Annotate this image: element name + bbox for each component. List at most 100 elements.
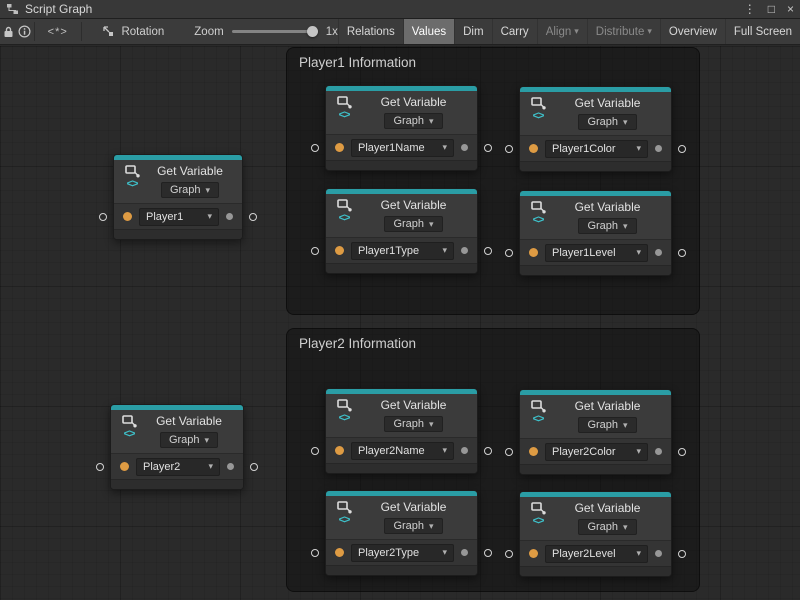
toolbar-button-carry[interactable]: Carry bbox=[492, 19, 537, 44]
maximize-icon[interactable]: □ bbox=[768, 3, 775, 15]
graph-scope-label: Graph bbox=[587, 419, 618, 431]
output-port[interactable] bbox=[226, 213, 233, 220]
get-variable-node[interactable]: <> Get Variable Graph ▾ Player2Color ▾ bbox=[519, 389, 672, 475]
outer-input-connector[interactable] bbox=[311, 549, 319, 557]
variable-node-icon: <> bbox=[120, 164, 144, 198]
output-port[interactable] bbox=[461, 447, 468, 454]
input-port[interactable] bbox=[335, 548, 344, 557]
code-view-toggle[interactable]: <*> bbox=[36, 19, 80, 44]
outer-output-connector[interactable] bbox=[484, 144, 492, 152]
output-port[interactable] bbox=[461, 144, 468, 151]
variable-name-label: Player2Name bbox=[358, 445, 425, 457]
outer-output-connector[interactable] bbox=[678, 145, 686, 153]
graph-brackets-icon: <> bbox=[339, 413, 350, 424]
node-footer bbox=[114, 229, 242, 239]
input-port[interactable] bbox=[123, 212, 132, 221]
graph-scope-dropdown[interactable]: Graph ▾ bbox=[578, 114, 636, 130]
graph-unit-icon bbox=[337, 501, 352, 514]
toolbar-button-distribute[interactable]: Distribute ▾ bbox=[587, 19, 660, 44]
toolbar-button-full-screen[interactable]: Full Screen bbox=[725, 19, 800, 44]
zoom-slider-handle[interactable] bbox=[307, 26, 318, 37]
variable-name-dropdown[interactable]: Player1Name ▾ bbox=[351, 139, 454, 157]
graph-scope-dropdown[interactable]: Graph ▾ bbox=[384, 518, 442, 534]
output-port[interactable] bbox=[227, 463, 234, 470]
output-port[interactable] bbox=[655, 550, 662, 557]
toolbar-button-label: Dim bbox=[463, 26, 483, 38]
input-port[interactable] bbox=[529, 144, 538, 153]
get-variable-node[interactable]: <> Get Variable Graph ▾ Player1Color ▾ bbox=[519, 86, 672, 172]
get-variable-node[interactable]: <> Get Variable Graph ▾ Player1Level ▾ bbox=[519, 190, 672, 276]
toolbar-button-relations[interactable]: Relations bbox=[338, 19, 403, 44]
variable-name-dropdown[interactable]: Player1Color ▾ bbox=[545, 140, 648, 158]
graph-scope-dropdown[interactable]: Graph ▾ bbox=[160, 432, 218, 448]
toolbar-button-dim[interactable]: Dim bbox=[454, 19, 491, 44]
input-port[interactable] bbox=[335, 246, 344, 255]
input-port[interactable] bbox=[529, 447, 538, 456]
outer-output-connector[interactable] bbox=[249, 213, 257, 221]
close-icon[interactable]: × bbox=[787, 3, 794, 15]
variable-name-dropdown[interactable]: Player2Level ▾ bbox=[545, 545, 648, 563]
zoom-slider[interactable] bbox=[232, 30, 318, 33]
toolbar-button-align[interactable]: Align ▾ bbox=[537, 19, 587, 44]
outer-output-connector[interactable] bbox=[678, 249, 686, 257]
node-footer bbox=[326, 565, 477, 575]
input-port[interactable] bbox=[120, 462, 129, 471]
get-variable-node[interactable]: <> Get Variable Graph ▾ Player2Name ▾ bbox=[325, 388, 478, 474]
toolbar-button-overview[interactable]: Overview bbox=[660, 19, 725, 44]
output-port[interactable] bbox=[655, 145, 662, 152]
outer-output-connector[interactable] bbox=[250, 463, 258, 471]
get-variable-node[interactable]: <> Get Variable Graph ▾ Player1Type ▾ bbox=[325, 188, 478, 274]
output-port[interactable] bbox=[655, 249, 662, 256]
variable-name-dropdown[interactable]: Player2 ▾ bbox=[136, 458, 220, 476]
variable-name-dropdown[interactable]: Player2Color ▾ bbox=[545, 443, 648, 461]
get-variable-node[interactable]: <> Get Variable Graph ▾ Player2Level ▾ bbox=[519, 491, 672, 577]
outer-input-connector[interactable] bbox=[311, 247, 319, 255]
outer-output-connector[interactable] bbox=[484, 549, 492, 557]
outer-input-connector[interactable] bbox=[311, 144, 319, 152]
outer-input-connector[interactable] bbox=[99, 213, 107, 221]
output-port[interactable] bbox=[461, 549, 468, 556]
outer-input-connector[interactable] bbox=[96, 463, 104, 471]
toolbar-button-values[interactable]: Values bbox=[403, 19, 454, 44]
graph-scope-dropdown[interactable]: Graph ▾ bbox=[384, 113, 442, 129]
variable-name-dropdown[interactable]: Player1Type ▾ bbox=[351, 242, 454, 260]
outer-output-connector[interactable] bbox=[484, 247, 492, 255]
graph-scope-dropdown[interactable]: Graph ▾ bbox=[384, 216, 442, 232]
outer-output-connector[interactable] bbox=[678, 448, 686, 456]
get-variable-node[interactable]: <> Get Variable Graph ▾ Player1Name ▾ bbox=[325, 85, 478, 171]
graph-scope-dropdown[interactable]: Graph ▾ bbox=[578, 218, 636, 234]
info-button[interactable] bbox=[17, 19, 34, 44]
outer-input-connector[interactable] bbox=[505, 448, 513, 456]
graph-scope-dropdown[interactable]: Graph ▾ bbox=[578, 519, 636, 535]
variable-name-dropdown[interactable]: Player2Type ▾ bbox=[351, 544, 454, 562]
variable-name-dropdown[interactable]: Player1Level ▾ bbox=[545, 244, 648, 262]
get-variable-node[interactable]: <> Get Variable Graph ▾ Player2Type ▾ bbox=[325, 490, 478, 576]
dropdown-arrow-icon: ▾ bbox=[429, 220, 434, 229]
lock-button[interactable] bbox=[0, 19, 17, 44]
graph-scope-dropdown[interactable]: Graph ▾ bbox=[578, 417, 636, 433]
kebab-menu-icon[interactable]: ⋮ bbox=[744, 3, 756, 15]
get-variable-node[interactable]: <> Get Variable Graph ▾ Player2 ▾ bbox=[110, 404, 244, 490]
output-port[interactable] bbox=[655, 448, 662, 455]
variable-name-dropdown[interactable]: Player1 ▾ bbox=[139, 208, 219, 226]
rotation-control[interactable]: Rotation bbox=[102, 19, 164, 44]
outer-input-connector[interactable] bbox=[505, 249, 513, 257]
graph-brackets-icon: <> bbox=[533, 111, 544, 122]
input-port[interactable] bbox=[335, 446, 344, 455]
output-port[interactable] bbox=[461, 247, 468, 254]
outer-output-connector[interactable] bbox=[484, 447, 492, 455]
outer-input-connector[interactable] bbox=[505, 145, 513, 153]
get-variable-node[interactable]: <> Get Variable Graph ▾ Player1 ▾ bbox=[113, 154, 243, 240]
input-port[interactable] bbox=[529, 248, 538, 257]
graph-canvas[interactable]: Player1 Information Player2 Information … bbox=[0, 46, 800, 600]
graph-scope-dropdown[interactable]: Graph ▾ bbox=[161, 182, 219, 198]
input-port[interactable] bbox=[335, 143, 344, 152]
graph-scope-dropdown[interactable]: Graph ▾ bbox=[384, 416, 442, 432]
outer-output-connector[interactable] bbox=[678, 550, 686, 558]
outer-input-connector[interactable] bbox=[505, 550, 513, 558]
dropdown-arrow-icon: ▾ bbox=[442, 246, 447, 255]
outer-input-connector[interactable] bbox=[311, 447, 319, 455]
input-port[interactable] bbox=[529, 549, 538, 558]
script-graph-icon bbox=[6, 3, 19, 15]
variable-name-dropdown[interactable]: Player2Name ▾ bbox=[351, 442, 454, 460]
